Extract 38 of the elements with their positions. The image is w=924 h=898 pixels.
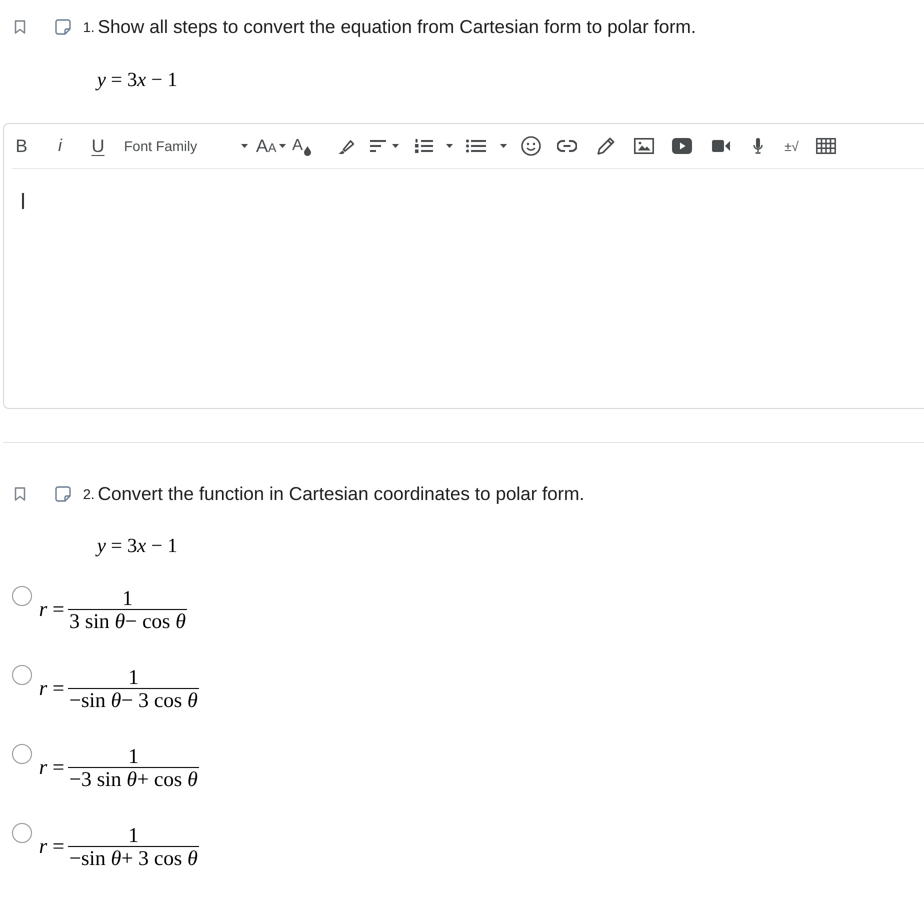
math-equation: y = 3x − 1 bbox=[97, 69, 178, 91]
font-family-dropdown[interactable]: Font Family bbox=[118, 132, 252, 160]
text-color-button[interactable]: A bbox=[291, 132, 312, 160]
bookmark-icon bbox=[14, 20, 26, 34]
italic-button[interactable]: i bbox=[50, 132, 70, 160]
note-icon bbox=[55, 486, 71, 502]
link-icon bbox=[557, 140, 577, 152]
radio-button[interactable] bbox=[12, 665, 32, 685]
smiley-icon bbox=[521, 136, 541, 156]
math-formula: r = 1 −sin θ− 3 cos θ bbox=[39, 666, 199, 711]
font-size-dropdown[interactable]: AA bbox=[252, 132, 290, 160]
math-equation: y = 3x − 1 bbox=[97, 535, 178, 557]
numbered-list-icon bbox=[415, 139, 433, 153]
radio-button[interactable] bbox=[12, 586, 32, 606]
equation-button[interactable]: ±√ bbox=[779, 132, 804, 160]
bold-button[interactable]: B bbox=[11, 132, 32, 160]
pencil-icon bbox=[596, 137, 614, 155]
question-text: Show all steps to convert the equation from Cartesian form to polar form. bbox=[98, 15, 696, 39]
radio-button[interactable] bbox=[12, 823, 32, 843]
microphone-icon bbox=[752, 138, 762, 154]
underline-button[interactable]: U bbox=[87, 132, 109, 160]
note-icon bbox=[55, 19, 71, 35]
bullet-list-icon bbox=[466, 139, 486, 153]
align-left-icon bbox=[370, 140, 386, 152]
math-formula: r = 1 −3 sin θ+ cos θ bbox=[39, 745, 199, 790]
table-icon bbox=[816, 138, 836, 154]
question-number: 2. bbox=[83, 485, 95, 504]
image-icon bbox=[634, 138, 654, 154]
math-formula: r = 1 −sin θ+ 3 cos θ bbox=[39, 824, 199, 869]
video-play-icon bbox=[672, 138, 692, 154]
highlighter-icon bbox=[338, 138, 354, 154]
math-formula: r = 1 3 sin θ− cos θ bbox=[39, 587, 187, 632]
bookmark-icon bbox=[14, 487, 26, 501]
video-camera-icon bbox=[712, 140, 730, 152]
question-number: 1. bbox=[83, 18, 95, 37]
question-text: Convert the function in Cartesian coordinates to polar form. bbox=[98, 482, 584, 506]
radio-button[interactable] bbox=[12, 744, 32, 764]
droplet-icon bbox=[304, 146, 311, 156]
